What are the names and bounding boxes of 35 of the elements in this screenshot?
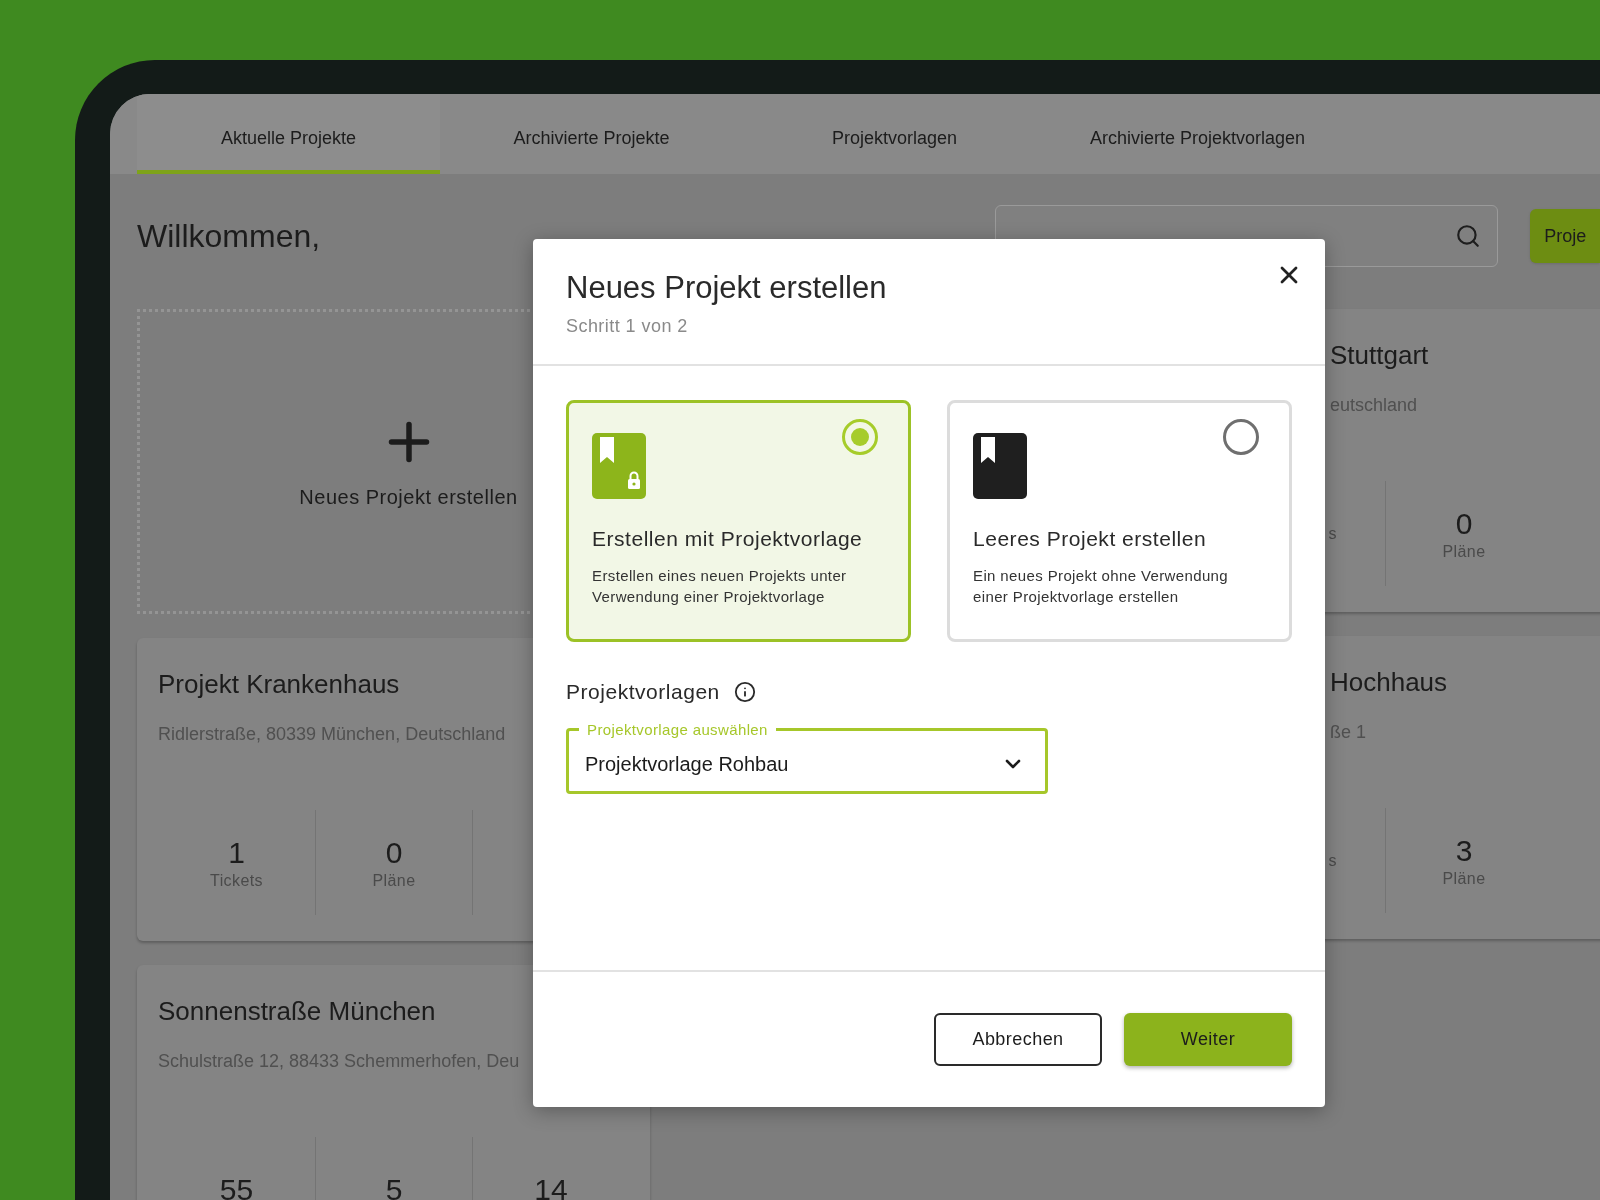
stat-value: 0 [1455, 505, 1473, 542]
radio-button[interactable] [1223, 419, 1259, 455]
tab[interactable]: Projektvorlagen [743, 94, 1046, 174]
option-title: Leeres Projekt erstellen [973, 526, 1208, 552]
search-icon [1455, 223, 1482, 249]
project-title: Sonnenstraße München [158, 995, 436, 1028]
stat-value: 3 [1455, 832, 1473, 869]
project-title: Stuttgart [1330, 339, 1429, 372]
option-card[interactable]: Erstellen mit Projektvorlage Erstellen eines neuen Projekts unter Verwendung einer Projektvorlage [566, 400, 911, 642]
stat-value: 55 [219, 1171, 254, 1200]
next-button[interactable]: Weiter [1124, 1013, 1292, 1066]
stat-value: 5 [385, 1171, 403, 1200]
stat-label: Pläne [372, 870, 416, 891]
create-project-button[interactable]: Proje [1530, 209, 1600, 263]
locked-book-icon [592, 433, 646, 499]
tab[interactable]: Archivierte Projektvorlagen [1046, 94, 1349, 174]
option-description: Ein neues Projekt ohne Verwendung einer Projektvorlage erstellen [973, 566, 1230, 607]
project-title: Hochhaus [1330, 666, 1448, 699]
cancel-button[interactable]: Abbrechen [934, 1013, 1102, 1066]
radio-button[interactable] [842, 419, 878, 455]
tile-label: Neues Projekt erstellen [299, 484, 518, 510]
stat-label: Pläne [1442, 541, 1486, 562]
project-title: Projekt Krankenhaus [158, 668, 400, 701]
stat-value: 1 [228, 834, 245, 871]
greeting: Willkommen, [137, 217, 322, 256]
dialog-title: Neues Projekt erstellen [566, 269, 887, 307]
stat-label: Pläne [1442, 868, 1486, 889]
stat-label: Tickets [210, 870, 263, 891]
tab[interactable]: Aktuelle Projekte [137, 94, 440, 174]
stat-value: 0 [385, 834, 403, 871]
tab[interactable]: Archivierte Projekte [440, 94, 743, 174]
book-icon [973, 433, 1027, 499]
info-icon [733, 680, 756, 703]
option-card[interactable]: Leeres Projekt erstellen Ein neues Projekt ohne Verwendung einer Projektvorlage erstellen [947, 400, 1292, 642]
stat-value: 14 [534, 1171, 568, 1200]
